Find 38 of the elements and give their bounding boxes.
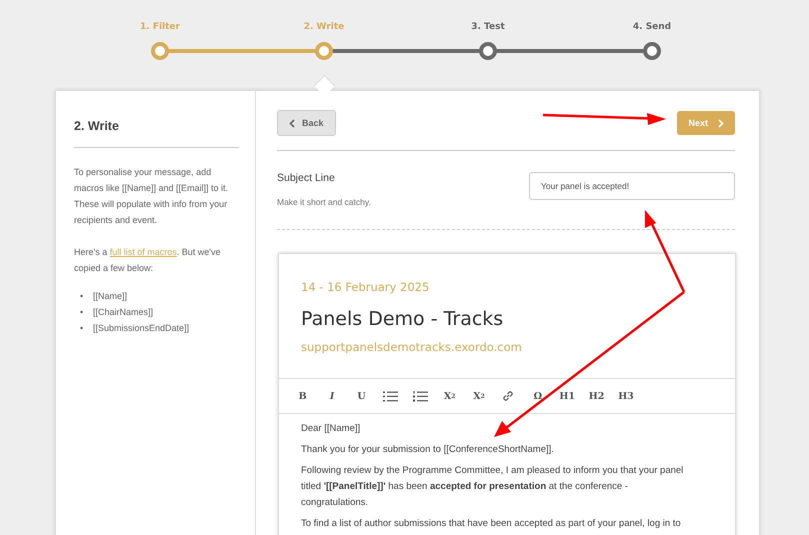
- intro-text: To personalise your message, add macros like [[Name]] and [[Email]] to it. These will populate with info from your recipients and event.: [74, 166, 230, 227]
- format-button[interactable]: U: [346, 386, 376, 406]
- macros-note: Here's a full list of macros. But we've copied a few below:: [74, 246, 222, 275]
- format-button[interactable]: H1: [552, 386, 582, 406]
- format-button[interactable]: H2: [582, 386, 612, 406]
- back-button[interactable]: Back: [277, 110, 336, 136]
- format-button[interactable]: I: [317, 386, 347, 406]
- step-marker[interactable]: [315, 42, 333, 60]
- step-label: 2. Write: [304, 22, 344, 34]
- subject-label: Subject Line: [277, 172, 336, 184]
- event-title: Panels Demo - Tracks: [301, 308, 504, 330]
- format-button[interactable]: B: [288, 386, 318, 406]
- email-paragraph: To find a list of author submissions that have been accepted as part of your panel, log in to: [301, 517, 682, 531]
- format-button[interactable]: X$^{2}$: [434, 386, 464, 406]
- email-paragraph: Thank you for your submission to [[ConferenceShortName]].: [301, 443, 555, 457]
- bullet-marker: •: [80, 290, 84, 303]
- format-button[interactable]: H3: [611, 386, 641, 406]
- step-label: 1. Filter: [140, 22, 180, 34]
- email-paragraph: Dear [[Name]]: [301, 422, 362, 436]
- step-marker[interactable]: [479, 42, 497, 60]
- step-marker[interactable]: [643, 42, 661, 60]
- bullet-marker: •: [80, 306, 84, 319]
- step-marker[interactable]: [151, 42, 169, 60]
- email-paragraph: Following review by the Programme Committee, I am pleased to inform you that your panel titled '[[PanelTitle]]' has been accepted for presentation at the conference - congratulations.: [301, 464, 684, 510]
- format-button[interactable]: Ω: [523, 386, 553, 406]
- subject-hint: Make it short and catchy.: [277, 197, 371, 207]
- subject-input[interactable]: Your panel is accepted!: [529, 172, 735, 200]
- macro-item: [[Name]]: [93, 290, 128, 303]
- event-url: supportpanelsdemotracks.exordo.com: [301, 340, 523, 354]
- chevron-left-icon: [289, 118, 295, 128]
- chevron-right-icon: [718, 118, 724, 128]
- step-label: 3. Test: [471, 22, 505, 34]
- macro-item: [[ChairNames]]: [93, 306, 154, 319]
- step-label: 4. Send: [632, 22, 672, 34]
- bullet-marker: •: [80, 322, 84, 335]
- macro-item: [[SubmissionsEndDate]]: [93, 322, 190, 335]
- event-date: 14 - 16 February 2025: [301, 280, 430, 294]
- section-title: 2. Write: [74, 119, 239, 148]
